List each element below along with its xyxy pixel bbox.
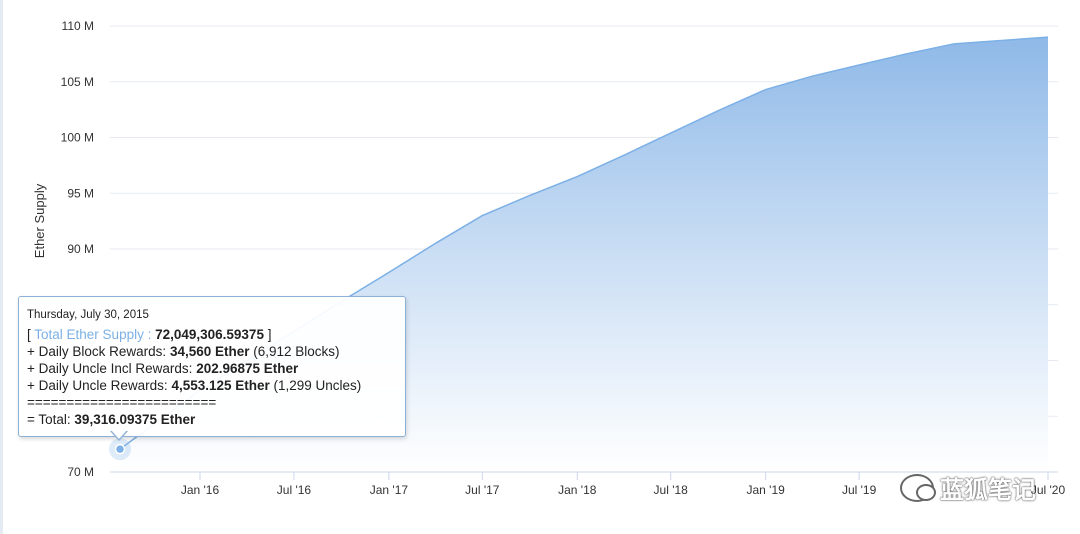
y-tick-label: 100 M	[61, 131, 94, 145]
tooltip-uncle-rewards-value: 4,553.125 Ether	[171, 378, 270, 393]
x-tick-label: Jul '17	[465, 483, 500, 497]
tooltip-uncle-count: (1,299 Uncles)	[269, 378, 362, 393]
x-tick-label: Jul '20	[1031, 483, 1066, 497]
y-tick-label: 105 M	[61, 75, 94, 89]
tooltip-total-supply-value: 72,049,306.59375	[155, 327, 264, 342]
y-tick-label: 90 M	[67, 242, 94, 256]
data-tooltip: Thursday, July 30, 2015 [ Total Ether Su…	[18, 296, 406, 437]
tooltip-uncle-incl-value: 202.96875 Ether	[196, 361, 299, 376]
y-tick-label: 110 M	[62, 19, 94, 33]
data-point-marker	[114, 443, 126, 455]
y-tick-label: 70 M	[67, 465, 94, 479]
tooltip-uncle-rewards-row: + Daily Uncle Rewards: 4,553.125 Ether (…	[27, 377, 397, 394]
tooltip-total-row: = Total: 39,316.09375 Ether	[27, 411, 397, 428]
watermark-text: 蓝狐笔记	[940, 477, 1036, 504]
tooltip-block-rewards-label: + Daily Block Rewards:	[27, 344, 170, 359]
x-tick-label: Jan '16	[181, 483, 220, 497]
wechat-icon	[900, 473, 936, 502]
tooltip-block-rewards-value: 34,560 Ether	[169, 344, 250, 359]
y-axis-label: Ether Supply	[32, 183, 47, 258]
tooltip-uncle-incl-row: + Daily Uncle Incl Rewards: 202.96875 Et…	[27, 360, 397, 377]
tooltip-total-supply-row: [ Total Ether Supply : 72,049,306.59375 …	[27, 326, 397, 343]
tooltip-total-value: 39,316.09375 Ether	[74, 412, 196, 427]
hover-marker	[109, 438, 131, 461]
tooltip-separator: ========================	[27, 395, 217, 410]
tooltip-pointer-fill	[111, 430, 127, 439]
ether-supply-chart: 70 M 90 M 95 M 100 M 105 M 110 M Jan '16 Jul '…	[32, 19, 1066, 497]
x-tick-label: Jul '19	[842, 483, 877, 497]
x-tick-label: Jan '17	[370, 483, 409, 497]
tooltip-series-name: Total Ether Supply :	[34, 327, 156, 342]
x-tick-label: Jan '19	[747, 483, 786, 497]
x-tick-label: Jul '16	[277, 483, 312, 497]
tooltip-total-label: = Total:	[27, 412, 75, 427]
tooltip-close-bracket: ]	[263, 327, 272, 342]
x-tick-label: Jan '18	[558, 483, 597, 497]
tooltip-date: Thursday, July 30, 2015	[27, 309, 149, 321]
watermark: 蓝狐笔记	[900, 470, 1036, 505]
tooltip-block-count: (6,912 Blocks)	[249, 344, 340, 359]
x-tick-label: Jul '18	[654, 483, 689, 497]
y-tick-label: 95 M	[67, 186, 94, 200]
tooltip-block-rewards-row: + Daily Block Rewards: 34,560 Ether (6,9…	[27, 343, 397, 360]
tooltip-uncle-rewards-label: + Daily Uncle Rewards:	[27, 378, 172, 393]
tooltip-uncle-incl-label: + Daily Uncle Incl Rewards:	[27, 361, 197, 376]
